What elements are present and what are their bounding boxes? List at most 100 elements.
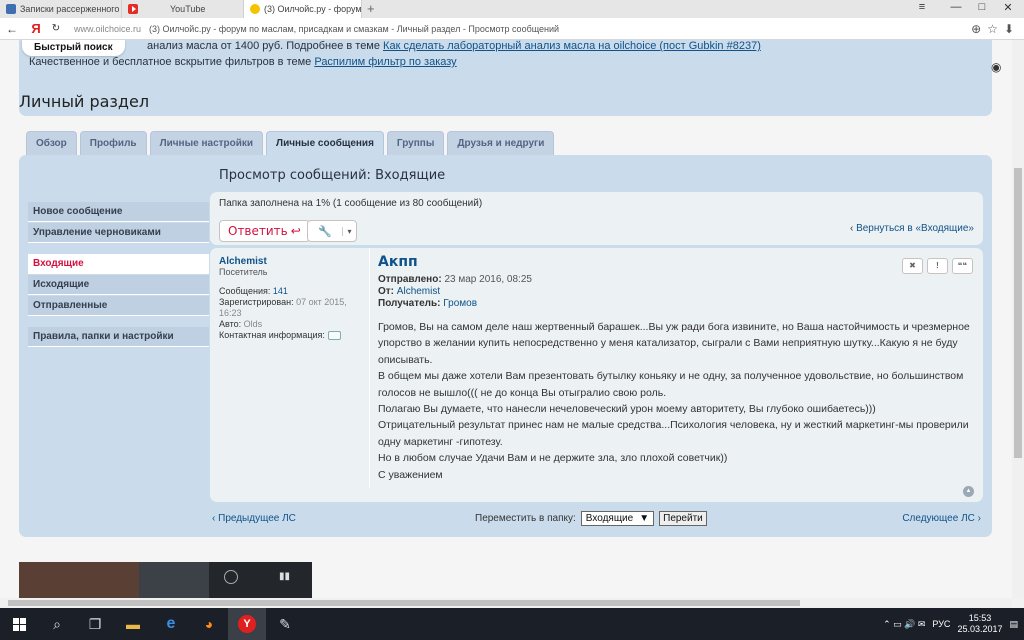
bookmark-star-icon[interactable]: ☆ <box>987 22 998 36</box>
dropdown-arrow-icon: ▼ <box>639 513 650 524</box>
folder-toolbar: Папка заполнена на 1% (1 сообщение из 80… <box>210 192 983 245</box>
author-auto: Авто: Olds <box>219 319 263 329</box>
chevron-left-icon: ‹ <box>849 223 854 234</box>
new-tab-button[interactable]: + <box>367 1 375 16</box>
language-indicator[interactable]: РУС <box>932 619 950 629</box>
windows-taskbar: ⌕ ❐ ▬ e ◕ Y ✎ ⌃ ▭ 🔊 ✉ РУС 15:53 25.03.20… <box>0 608 1024 640</box>
sidebar-item-sent[interactable]: Отправленные <box>28 296 209 316</box>
profile-tabs: Обзор Профиль Личные настройки Личные со… <box>26 131 555 156</box>
browser-tab-title: YouTube <box>170 4 206 14</box>
author-posts-count[interactable]: 141 <box>273 286 288 296</box>
yandex-icon[interactable]: Я <box>24 21 48 36</box>
notice-link-filter[interactable]: Распилим фильтр по заказу <box>314 56 456 68</box>
yandex-browser-icon[interactable]: Y <box>228 608 266 640</box>
sidebar-item-new-message[interactable]: Новое сообщение <box>28 202 209 222</box>
windows-start-icon[interactable] <box>0 608 38 640</box>
browser-tab-active[interactable]: (3) Оилчойс.ру - форум п ✕ <box>244 0 362 18</box>
author-profile: Alchemist Посетитель Сообщения: 141 Заре… <box>210 248 370 488</box>
sidebar-item-rules[interactable]: Правила, папки и настройки <box>28 327 209 347</box>
to-user-link[interactable]: Громов <box>443 298 477 309</box>
browser-settings-icon[interactable]: ≡ <box>912 1 932 13</box>
message-paragraph: Полагаю Вы думаете, что нанесли нечелове… <box>378 403 876 416</box>
extension-icon[interactable]: ⊕ <box>971 22 981 36</box>
tab-private-messages[interactable]: Личные сообщения <box>266 131 384 156</box>
tools-button[interactable]: 🔧 ▾ <box>307 220 357 242</box>
reply-icon: ↩ <box>290 224 301 238</box>
quote-icon[interactable]: ❝❝ <box>952 258 973 274</box>
folder-status: Папка заполнена на 1% (1 сообщение из 80… <box>219 198 483 209</box>
next-message-link[interactable]: Следующее ЛС › <box>902 513 981 524</box>
vertical-scrollbar[interactable] <box>1012 40 1024 598</box>
author-rank: Посетитель <box>219 267 268 277</box>
notice-text: анализ масла от 1400 руб. Подробнее в те… <box>147 40 384 52</box>
reply-button[interactable]: Ответить ↩ <box>219 220 310 242</box>
tab-friends-foes[interactable]: Друзья и недруги <box>447 131 555 155</box>
browser-tab[interactable]: Записки рассерженного о <box>0 0 122 18</box>
message-paragraph: Громов, Вы на самом деле наш жертвенный … <box>378 321 970 366</box>
message-paragraph: В общем мы даже хотели Вам презентовать … <box>378 370 964 399</box>
from-user-link[interactable]: Alchemist <box>397 286 440 297</box>
tab-profile[interactable]: Профиль <box>79 131 147 155</box>
system-tray-icons[interactable]: ⌃ ▭ 🔊 ✉ <box>883 619 925 630</box>
download-icon[interactable]: ⬇ <box>1004 22 1014 36</box>
browser-tab[interactable]: YouTube <box>122 0 244 18</box>
message-pagination: ‹ Предыдущее ЛС Переместить в папку: Вхо… <box>210 509 983 531</box>
firefox-icon[interactable]: ◕ <box>190 608 228 640</box>
panel-title: Просмотр сообщений: Входящие <box>219 168 446 183</box>
tab-overview[interactable]: Обзор <box>26 131 77 155</box>
message-meta: Отправлено: 23 мар 2016, 08:25 От: Alche… <box>378 274 976 310</box>
folder-selected-value: Входящие <box>585 513 634 524</box>
file-explorer-icon[interactable]: ▬ <box>114 608 152 640</box>
eye-icon[interactable]: ◉ <box>991 60 1001 74</box>
pm-panel: Просмотр сообщений: Входящие Новое сообщ… <box>19 155 992 537</box>
search-icon[interactable]: ⌕ <box>38 608 76 640</box>
site-favicon-icon <box>6 4 16 14</box>
back-icon[interactable]: ← <box>0 22 24 36</box>
maximize-icon[interactable]: □ <box>972 1 992 13</box>
edge-icon[interactable]: e <box>152 608 190 640</box>
report-icon[interactable]: ! <box>927 258 948 274</box>
scroll-to-top-icon[interactable]: ▲ <box>963 486 974 497</box>
browser-tab-bar: Записки рассерженного о YouTube (3) Оилч… <box>0 0 1024 18</box>
delete-icon[interactable]: ✖ <box>902 258 923 274</box>
author-registered: Зарегистрирован: 07 окт 2015, 16:23 <box>219 297 347 318</box>
contact-icon[interactable] <box>327 331 341 341</box>
minimize-icon[interactable]: — <box>946 1 966 13</box>
sidebar-item-drafts[interactable]: Управление черновиками <box>28 223 209 243</box>
sidebar-item-inbox[interactable]: Входящие <box>28 254 209 274</box>
page-viewport: анализ масла от 1400 руб. Подробнее в те… <box>0 40 1012 598</box>
message-post: Alchemist Посетитель Сообщения: 141 Заре… <box>210 248 983 502</box>
folder-select[interactable]: Входящие ▼ <box>580 511 655 526</box>
to-label: Получатель: <box>378 298 441 309</box>
message-subject[interactable]: Акпп <box>378 254 976 270</box>
page-title: Личный раздел <box>19 92 150 111</box>
url-field[interactable]: www.oilchoice.ru (3) Оилчойс.ру - форум … <box>74 24 559 34</box>
back-link-label: Вернуться в «Входящие» <box>856 223 974 234</box>
banner-logo-icon <box>224 570 238 584</box>
browser-tab-title: (3) Оилчойс.ру - форум п <box>264 4 362 14</box>
quick-search-button[interactable]: Быстрый поиск <box>22 40 125 56</box>
reload-icon[interactable]: ↻ <box>48 23 64 34</box>
author-name[interactable]: Alchemist <box>219 256 360 267</box>
task-view-icon[interactable]: ❐ <box>76 608 114 640</box>
wrench-icon: 🔧 <box>318 225 332 238</box>
notification-center-icon[interactable]: ▤ <box>1009 619 1018 630</box>
advertisement-banner[interactable]: ▮▮ <box>19 562 312 598</box>
go-button[interactable]: Перейти <box>659 511 707 526</box>
previous-message-link[interactable]: ‹ Предыдущее ЛС <box>212 513 296 524</box>
clock[interactable]: 15:53 25.03.2017 <box>957 613 1002 635</box>
close-window-icon[interactable]: ✕ <box>998 1 1018 14</box>
post-body: Акпп Отправлено: 23 мар 2016, 08:25 От: … <box>378 254 976 483</box>
back-to-inbox-link[interactable]: ‹ Вернуться в «Входящие» <box>850 223 974 234</box>
sidebar-item-outbox[interactable]: Исходящие <box>28 275 209 295</box>
tab-personal-settings[interactable]: Личные настройки <box>149 131 264 155</box>
notice-link-analysis[interactable]: Как сделать лабораторный анализ масла на… <box>383 40 761 52</box>
address-bar: ← Я ↻ www.oilchoice.ru (3) Оилчойс.ру - … <box>0 18 1024 40</box>
chevron-down-icon: ▾ <box>342 226 356 236</box>
tab-groups[interactable]: Группы <box>386 131 445 155</box>
horizontal-scrollbar[interactable] <box>0 598 1012 608</box>
move-label: Переместить в папку: <box>475 513 576 524</box>
paint-app-icon[interactable]: ✎ <box>266 608 304 640</box>
clock-time: 15:53 <box>968 613 992 623</box>
reply-label: Ответить <box>228 224 288 238</box>
